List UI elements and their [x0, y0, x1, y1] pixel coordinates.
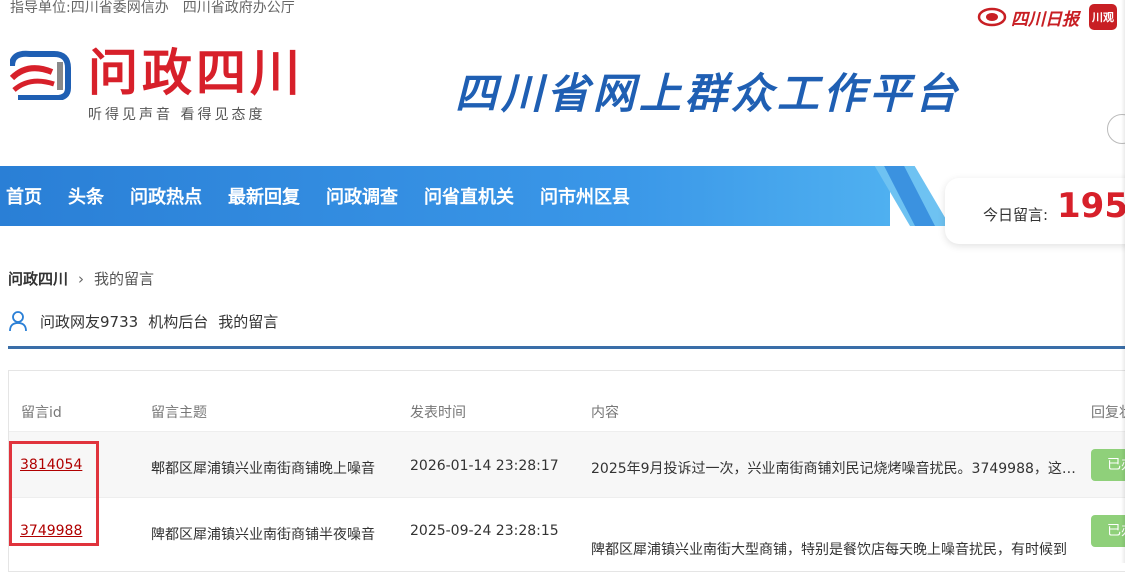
sichuan-daily-logo[interactable]: 四川日报 — [977, 5, 1079, 30]
platform-slogan: 四川省网上群众工作平台 — [455, 69, 962, 118]
logo-subtitle: 听得见声音 看得见态度 — [88, 107, 266, 123]
section-divider — [8, 346, 1125, 349]
main-nav: 首页 头条 问政热点 最新回复 问政调查 问省直机关 问市州区县 — [6, 166, 656, 226]
top-guide-line: 指导单位:四川省委网信办 四川省政府办公厅 — [10, 0, 309, 17]
breadcrumb-current: 我的留言 — [94, 270, 155, 288]
breadcrumb-home[interactable]: 问政四川 — [8, 268, 68, 289]
column-header-content: 内容 — [591, 405, 619, 421]
status-badge: 已办 — [1091, 449, 1125, 481]
column-header-status: 回复状 — [1091, 405, 1125, 421]
messages-table: 留言id 留言主题 发表时间 内容 回复状 3814054 郫都区犀浦镇兴业南街… — [8, 370, 1125, 572]
message-subject[interactable]: 陴都区犀浦镇兴业南街商铺半夜噪音 — [151, 524, 375, 544]
today-messages-label: 今日留言: — [983, 206, 1049, 224]
nav-latest-replies[interactable]: 最新回复 — [228, 183, 300, 209]
nav-home[interactable]: 首页 — [6, 183, 42, 209]
user-icon — [9, 311, 27, 332]
today-messages-panel: 今日留言: 1957 — [945, 178, 1125, 244]
sichuan-daily-emblem-icon — [977, 7, 1007, 27]
my-messages-link[interactable]: 我的留言 — [218, 311, 278, 332]
nav-city-counties[interactable]: 问市州区县 — [540, 183, 630, 209]
wenzheng-logo-icon — [10, 50, 71, 100]
site-logo[interactable]: 问政四川 听得见声音 看得见态度 — [10, 48, 304, 124]
column-header-id: 留言id — [21, 405, 62, 421]
page-edge-shadow — [1121, 0, 1125, 563]
sichuan-daily-text: 四川日报 — [1011, 9, 1079, 30]
org-backend-link[interactable]: 机构后台 — [148, 311, 208, 332]
message-subject[interactable]: 郫都区犀浦镇兴业南街商铺晚上噪音 — [151, 458, 375, 478]
username: 问政网友9733 — [40, 312, 139, 331]
highlight-box — [9, 441, 99, 546]
table-row: 3749988 陴都区犀浦镇兴业南街商铺半夜噪音 2025-09-24 23:2… — [9, 497, 1125, 564]
table-header: 留言id 留言主题 发表时间 内容 回复状 — [9, 371, 1125, 431]
chuanguan-logo[interactable]: 川观 — [1089, 4, 1117, 30]
message-time: 2025-09-24 23:28:15 — [410, 523, 559, 539]
logo-title: 问政四川 — [88, 44, 304, 102]
status-badge: 已办 — [1091, 515, 1125, 547]
nav-hot-topics[interactable]: 问政热点 — [130, 183, 202, 209]
today-messages-count: 1957 — [1057, 186, 1125, 226]
nav-surveys[interactable]: 问政调查 — [326, 183, 398, 209]
chevron-right-icon: › — [78, 269, 85, 288]
guide-unit-text: 指导单位:四川省委网信办 — [10, 0, 169, 16]
guide-unit-text-2: 四川省政府办公厅 — [182, 0, 295, 16]
column-header-subject: 留言主题 — [151, 405, 207, 421]
user-bar: 问政网友9733 机构后台 我的留言 — [8, 310, 288, 332]
message-content: 2025年9月投诉过一次，兴业南街商铺刘民记烧烤噪音扰民。3749988，这… — [591, 461, 1076, 477]
message-content: 陴都区犀浦镇兴业南街大型商铺，特别是餐饮店每天晚上噪音扰民，有时候到 — [591, 542, 1067, 558]
column-header-time: 发表时间 — [410, 405, 466, 421]
message-time: 2026-01-14 23:28:17 — [410, 458, 559, 474]
breadcrumb: 问政四川 › 我的留言 — [8, 268, 154, 289]
nav-provincial-agencies[interactable]: 问省直机关 — [424, 183, 514, 209]
table-row: 3814054 郫都区犀浦镇兴业南街商铺晚上噪音 2026-01-14 23:2… — [9, 431, 1125, 498]
nav-headlines[interactable]: 头条 — [68, 183, 104, 209]
partner-logos: 四川日报 川观 — [977, 4, 1117, 30]
